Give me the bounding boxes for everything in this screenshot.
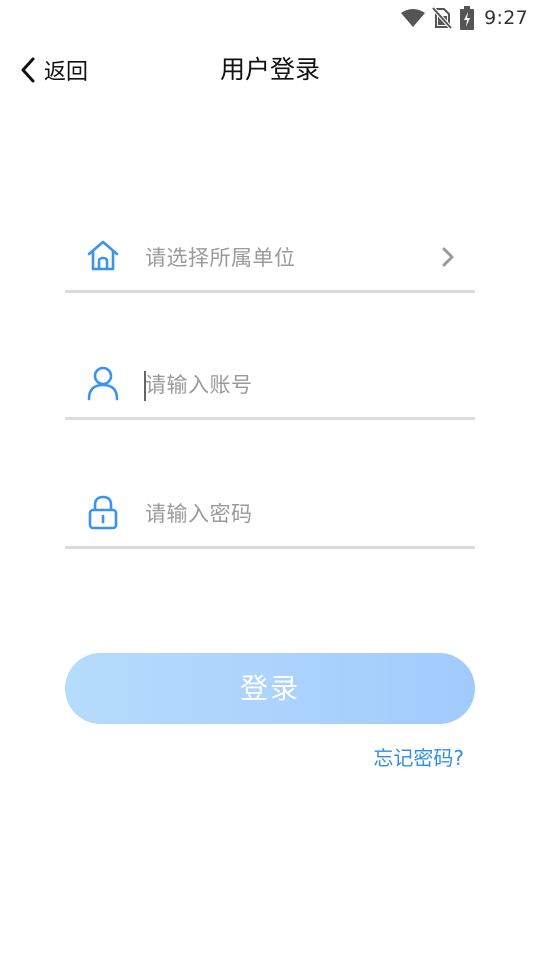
no-sim-icon bbox=[432, 7, 453, 29]
nav-bar: 返回 用户登录 bbox=[0, 44, 540, 96]
lock-icon bbox=[85, 494, 121, 530]
forgot-password-link[interactable]: 忘记密码? bbox=[373, 742, 464, 771]
chevron-left-icon bbox=[20, 57, 36, 83]
organization-selector[interactable]: 请选择所属单位 bbox=[65, 230, 475, 293]
status-icons: 9:27 bbox=[400, 5, 528, 31]
back-label: 返回 bbox=[44, 60, 89, 85]
password-input[interactable] bbox=[145, 496, 445, 532]
login-button[interactable]: 登录 bbox=[65, 653, 475, 724]
wifi-icon bbox=[400, 8, 426, 28]
status-bar: 9:27 bbox=[0, 0, 540, 36]
account-input[interactable] bbox=[145, 367, 445, 403]
home-icon bbox=[85, 238, 121, 274]
user-icon bbox=[85, 365, 121, 401]
login-screen: 9:27 返回 用户登录 请选择所属单位 请输入账号 登录 忘记密码? bbox=[0, 0, 540, 960]
status-time: 9:27 bbox=[484, 7, 528, 29]
text-cursor bbox=[144, 371, 146, 401]
account-field bbox=[65, 357, 475, 420]
battery-charging-icon bbox=[460, 6, 475, 30]
password-field bbox=[65, 486, 475, 549]
organization-placeholder: 请选择所属单位 bbox=[145, 246, 296, 270]
chevron-right-icon bbox=[441, 246, 455, 268]
back-button[interactable]: 返回 bbox=[20, 52, 88, 88]
